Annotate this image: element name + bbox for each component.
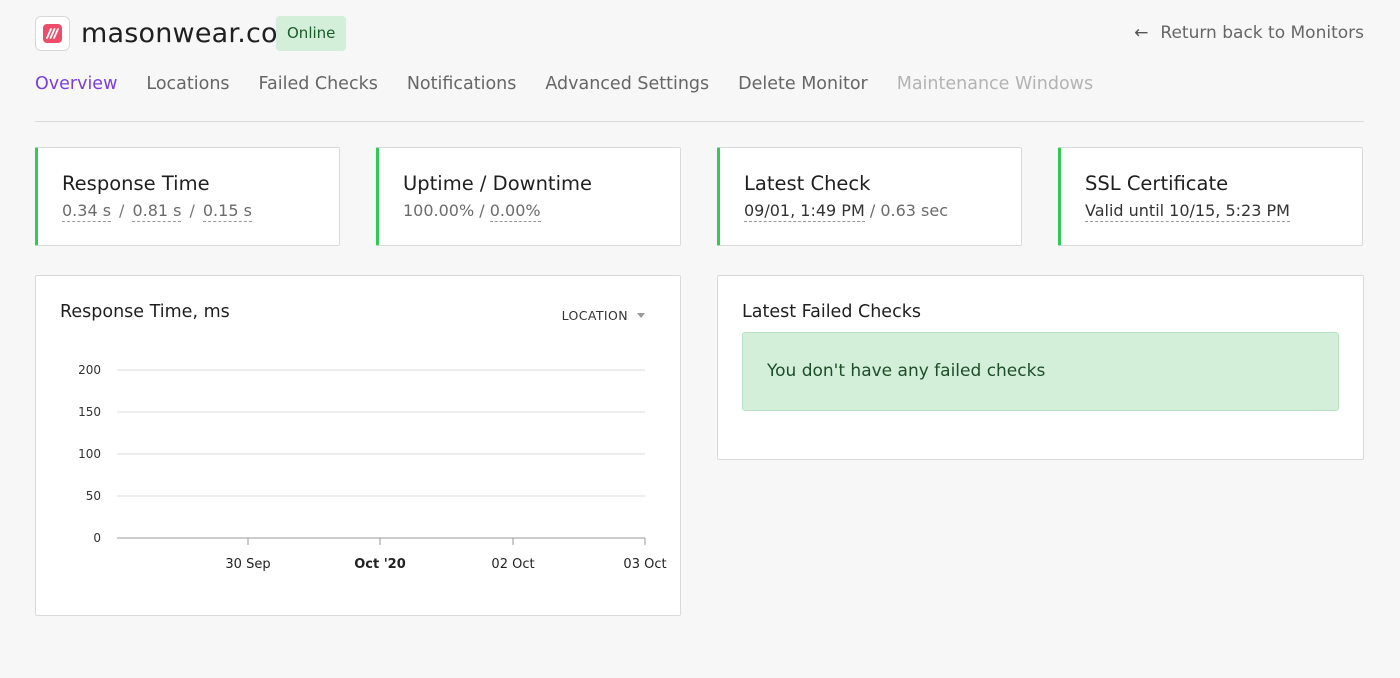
uptime-value: 100.00%: [403, 201, 475, 220]
card-title: Uptime / Downtime: [403, 172, 592, 195]
tab-locations[interactable]: Locations: [146, 72, 229, 96]
page-title: masonwear.co: [81, 18, 278, 49]
tabs-divider: [35, 121, 1364, 122]
monitor-tabs: Overview Locations Failed Checks Notific…: [35, 72, 1093, 96]
value-separator: /: [474, 201, 490, 220]
downtime-value[interactable]: 0.00%: [489, 201, 541, 222]
response-time-value[interactable]: 0.15 s: [202, 201, 252, 222]
card-values: 09/01, 1:49 PM / 0.63 sec: [744, 200, 948, 222]
return-link-label: Return back to Monitors: [1160, 23, 1364, 43]
no-failed-checks-alert: You don't have any failed checks: [742, 332, 1339, 411]
return-to-monitors-link[interactable]: ← Return back to Monitors: [1134, 21, 1364, 45]
y-tick-label: 0: [93, 531, 101, 545]
arrow-left-icon: ←: [1134, 23, 1149, 43]
ssl-valid-until[interactable]: Valid until 10/15, 5:23 PM: [1085, 201, 1290, 222]
y-tick-label: 50: [86, 489, 101, 503]
card-title: Response Time: [62, 172, 210, 195]
y-tick-label: 200: [78, 363, 101, 377]
tab-notifications[interactable]: Notifications: [407, 72, 517, 96]
card-values: 100.00% / 0.00%: [403, 200, 541, 222]
x-tick-label: 30 Sep: [225, 557, 270, 572]
y-tick-label: 100: [78, 447, 101, 461]
latest-check-time[interactable]: 09/01, 1:49 PM: [744, 201, 865, 222]
tab-delete-monitor[interactable]: Delete Monitor: [738, 72, 868, 96]
ssl-certificate-card: SSL Certificate Valid until 10/15, 5:23 …: [1058, 147, 1363, 246]
latest-check-duration: / 0.63 sec: [864, 201, 948, 220]
value-separator: /: [119, 201, 125, 220]
failed-checks-panel: Latest Failed Checks You don't have any …: [717, 275, 1364, 460]
y-tick-label: 150: [78, 405, 101, 419]
status-badge: Online: [276, 16, 347, 51]
x-tick-label: 03 Oct: [623, 557, 666, 572]
response-time-value[interactable]: 0.34 s: [62, 201, 112, 222]
response-time-chart: 0 50 100 150 200 30 Sep Oct '20 02 Oct 03 Oct: [78, 363, 666, 572]
x-tick-label: 02 Oct: [491, 557, 534, 572]
response-time-value[interactable]: 0.81 s: [132, 201, 182, 222]
value-separator: /: [189, 201, 195, 220]
tab-maintenance-windows: Maintenance Windows: [896, 74, 1094, 94]
response-time-card: Response Time 0.34 s / 0.81 s / 0.15 s: [35, 147, 340, 246]
uptime-card: Uptime / Downtime 100.00% / 0.00%: [376, 147, 681, 246]
brand-logo[interactable]: [35, 16, 70, 51]
tab-advanced-settings[interactable]: Advanced Settings: [545, 72, 709, 96]
brand-logo-icon: [43, 24, 62, 43]
response-time-panel: Response Time, ms LOCATION 0 50 100 150 200 3…: [35, 275, 681, 616]
card-title: SSL Certificate: [1085, 172, 1229, 195]
tab-failed-checks[interactable]: Failed Checks: [259, 72, 378, 96]
latest-check-card: Latest Check 09/01, 1:49 PM / 0.63 sec: [717, 147, 1022, 246]
card-values: Valid until 10/15, 5:23 PM: [1085, 200, 1290, 222]
x-tick-label: Oct '20: [354, 557, 406, 572]
card-title: Latest Check: [744, 172, 871, 195]
header: masonwear.co Online ← Return back to Mon…: [35, 15, 1364, 55]
tab-overview[interactable]: Overview: [35, 72, 117, 96]
card-values: 0.34 s / 0.81 s / 0.15 s: [62, 200, 252, 222]
failed-checks-title: Latest Failed Checks: [742, 302, 921, 322]
